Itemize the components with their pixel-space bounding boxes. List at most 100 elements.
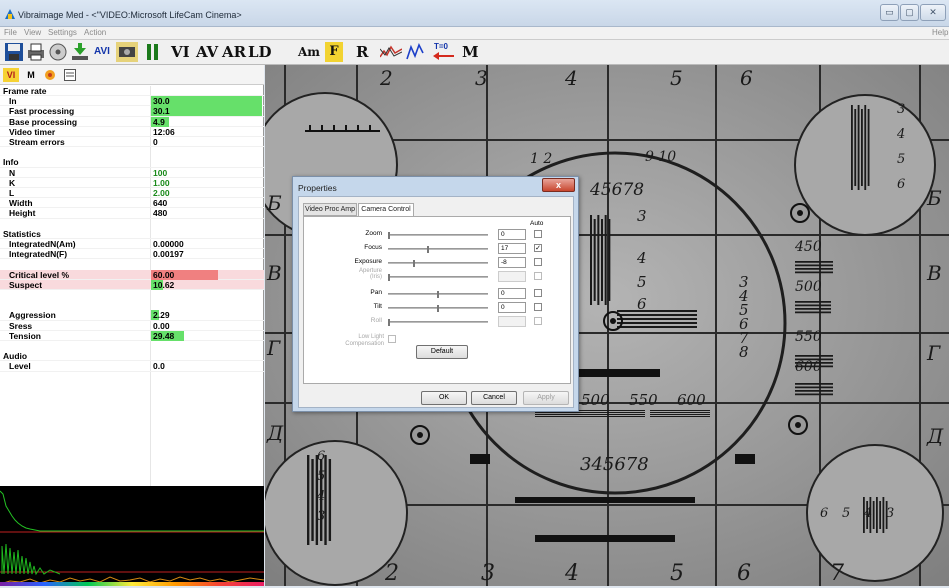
- stat-value: 4.9: [153, 116, 165, 127]
- auto-checkbox[interactable]: [534, 289, 542, 297]
- menu-settings[interactable]: Settings: [48, 28, 77, 37]
- m-button[interactable]: M: [462, 42, 479, 62]
- control-value-field[interactable]: 0: [498, 229, 526, 240]
- r-button[interactable]: R: [356, 42, 368, 62]
- section-header-label: Audio: [3, 351, 28, 362]
- chart-line-bundle: [795, 393, 833, 396]
- target-icon[interactable]: [44, 69, 56, 81]
- chart-line-bundle: [617, 322, 697, 324]
- maximize-button[interactable]: ▢: [900, 4, 919, 21]
- stat-label: Sress: [9, 320, 33, 331]
- am-button[interactable]: Am: [298, 42, 320, 62]
- cancel-button[interactable]: Cancel: [471, 391, 517, 405]
- apply-button[interactable]: Apply: [523, 391, 569, 405]
- ok-button[interactable]: OK: [421, 391, 467, 405]
- control-slider[interactable]: [388, 260, 488, 267]
- green-spectrum: [0, 490, 264, 532]
- f-button[interactable]: F: [325, 42, 343, 62]
- menu-view[interactable]: View: [24, 28, 41, 37]
- control-value-field[interactable]: 17: [498, 243, 526, 254]
- stat-value: 29.48: [153, 330, 175, 341]
- chart-wedge: [328, 459, 332, 541]
- control-slider[interactable]: [388, 319, 488, 326]
- chart-number-bottom: 6: [737, 561, 751, 586]
- control-slider[interactable]: [388, 232, 488, 239]
- camera-icon[interactable]: [116, 42, 138, 62]
- auto-checkbox[interactable]: [534, 258, 542, 266]
- auto-checkbox[interactable]: ✓: [534, 244, 542, 252]
- minimize-button[interactable]: ▭: [880, 4, 899, 21]
- slider-thumb[interactable]: [427, 246, 430, 253]
- control-slider[interactable]: [388, 305, 488, 312]
- download-icon[interactable]: [70, 42, 90, 62]
- control-slider[interactable]: [388, 246, 488, 253]
- chart-wedge: [320, 459, 323, 541]
- control-row-exposure: Exposure -8: [304, 257, 572, 269]
- chart-line-bundle: [650, 414, 710, 415]
- slider-thumb[interactable]: [412, 260, 415, 267]
- menu-help[interactable]: Help: [932, 28, 948, 37]
- chart-line-bundle: [795, 355, 833, 357]
- chart-center-digits: 45678: [589, 180, 644, 200]
- stat-row: Level 0.0: [0, 361, 264, 372]
- control-slider[interactable]: [388, 274, 488, 281]
- color-spectrum-bar: [0, 582, 264, 586]
- low-light-checkbox[interactable]: [388, 335, 396, 343]
- pause-icon[interactable]: [146, 44, 160, 60]
- chart-small-number: 5: [897, 152, 905, 167]
- close-window-button[interactable]: ✕: [920, 4, 946, 21]
- graph-icon[interactable]: [406, 43, 424, 61]
- stat-label: Level: [9, 361, 31, 372]
- stat-row: Sress 0.00: [0, 321, 264, 331]
- stat-row: Tension 29.48: [0, 330, 264, 341]
- ar-button[interactable]: AR: [222, 42, 246, 62]
- av-button[interactable]: AV: [196, 42, 218, 62]
- slider-thumb[interactable]: [437, 305, 439, 312]
- control-value-field[interactable]: 0: [498, 288, 526, 299]
- control-value-field[interactable]: [498, 316, 526, 327]
- panel-tabs: VI M: [0, 65, 264, 85]
- slider-thumb[interactable]: [388, 319, 390, 326]
- tab-camera-control[interactable]: Camera Control: [358, 203, 414, 217]
- stat-row: Fast processing 30.1: [0, 106, 264, 117]
- chart-right-scale: 500: [795, 279, 822, 295]
- control-value-field[interactable]: [498, 271, 526, 282]
- control-value-field[interactable]: -8: [498, 257, 526, 268]
- chart-line-bundle: [795, 358, 833, 361]
- auto-checkbox[interactable]: [534, 317, 542, 325]
- stat-row: Base processing 4.9: [0, 116, 264, 127]
- chart-number-top: 3: [475, 66, 488, 90]
- signal-chart-icon[interactable]: [380, 43, 402, 61]
- stat-row: N 100: [0, 168, 264, 178]
- slider-thumb[interactable]: [388, 274, 390, 281]
- slider-thumb[interactable]: [437, 291, 439, 298]
- auto-checkbox[interactable]: [534, 303, 542, 311]
- avi-button[interactable]: AVI: [94, 42, 110, 62]
- slider-thumb[interactable]: [388, 232, 390, 239]
- auto-checkbox[interactable]: [534, 272, 542, 280]
- tab-vi[interactable]: VI: [3, 68, 19, 82]
- tab-video-proc-amp[interactable]: Video Proc Amp: [303, 203, 357, 216]
- stat-label: IntegratedN(F): [9, 249, 68, 260]
- print-icon[interactable]: [26, 42, 46, 62]
- control-value-field[interactable]: 0: [498, 302, 526, 313]
- section-header-label: Frame rate: [3, 86, 47, 96]
- menu-action[interactable]: Action: [84, 28, 106, 37]
- low-light-label: Low Light Compensation: [345, 334, 384, 347]
- dialog-close-button[interactable]: x: [542, 178, 575, 192]
- auto-checkbox[interactable]: [534, 230, 542, 238]
- toolbar: AVI VI AV AR LD Am F R T=0 M: [0, 40, 949, 65]
- chart-small-number: 6: [897, 177, 905, 192]
- table-icon[interactable]: [64, 69, 76, 81]
- ld-button[interactable]: LD: [248, 42, 272, 62]
- vi-button[interactable]: VI: [171, 42, 190, 62]
- signal-graph-svg: [0, 490, 265, 585]
- default-button[interactable]: Default: [416, 345, 468, 359]
- tab-m[interactable]: M: [24, 68, 38, 82]
- chart-number-bottom: 7: [830, 561, 844, 586]
- stat-value: 2.00: [153, 188, 170, 198]
- menu-file[interactable]: File: [4, 28, 17, 37]
- disk-icon[interactable]: [48, 42, 68, 62]
- save-icon[interactable]: [4, 42, 24, 62]
- control-slider[interactable]: [388, 291, 488, 298]
